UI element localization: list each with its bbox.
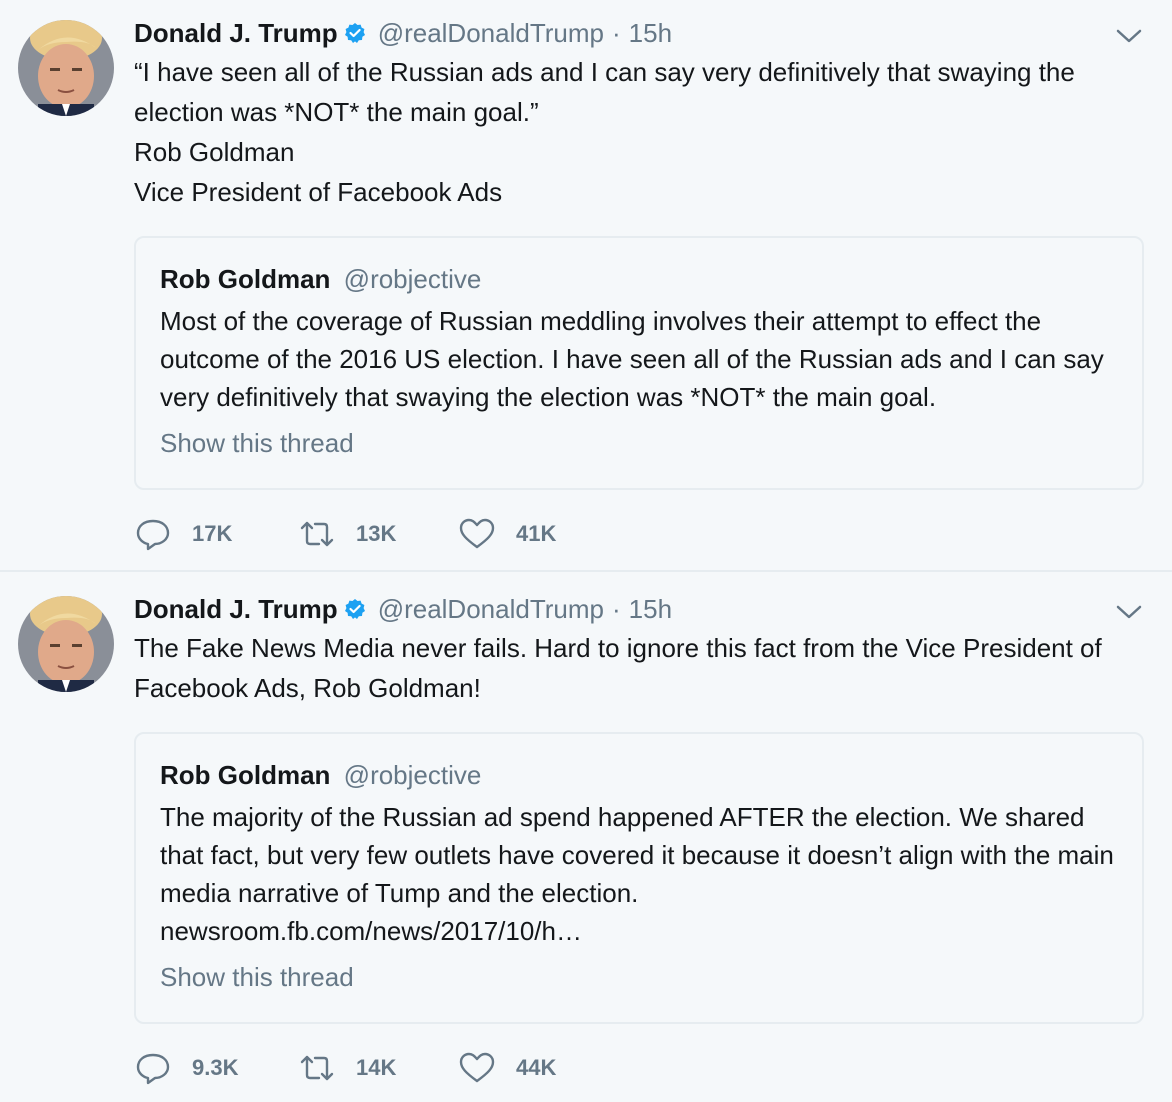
show-thread-link[interactable]: Show this thread [160,428,354,459]
timestamp[interactable]: 15h [629,594,672,625]
retweet-count: 14K [356,1055,397,1080]
chevron-down-icon[interactable] [1114,24,1144,48]
like-count: 44K [516,1055,557,1080]
quoted-tweet-header: Rob Goldman @robjective [160,760,481,791]
quoted-tweet-text: The majority of the Russian ad spend hap… [160,802,1114,908]
quoted-tweet[interactable]: Rob Goldman @robjective Most of the cove… [134,236,1144,490]
quoted-author-handle: @robjective [343,760,482,790]
separator-dot: · [611,17,621,48]
reply-button[interactable]: 17K [134,514,232,554]
avatar[interactable] [18,596,114,692]
reply-bubble-icon [134,1051,172,1085]
tweet-actions: 9.3K 14K 44K [134,1048,634,1088]
quoted-author-name: Rob Goldman [160,760,331,790]
tweet-header: Donald J. Trump @realDonaldTrump · 15h [134,591,672,627]
reply-button[interactable]: 9.3K [134,1048,238,1088]
like-button[interactable]: 44K [458,1048,556,1088]
retweet-count: 13K [356,521,397,546]
reply-bubble-icon [134,517,172,551]
tweet[interactable]: Donald J. Trump @realDonaldTrump · 15h T… [0,572,1172,1102]
author-handle[interactable]: @realDonaldTrump [378,594,604,625]
heart-icon [458,517,496,551]
heart-icon [458,1051,496,1085]
verified-badge-icon [344,598,366,620]
retweet-button[interactable]: 14K [298,1048,396,1088]
quoted-tweet-link[interactable]: newsroom.fb.com/news/2017/10/h… [160,912,1130,950]
retweet-button[interactable]: 13K [298,514,396,554]
reply-count: 17K [192,521,233,546]
quoted-author-handle: @robjective [343,264,482,294]
author-handle[interactable]: @realDonaldTrump [378,18,604,49]
author-name[interactable]: Donald J. Trump [134,18,338,49]
chevron-down-icon[interactable] [1114,600,1144,624]
separator-dot: · [611,593,621,624]
tweet[interactable]: Donald J. Trump @realDonaldTrump · 15h “… [0,0,1172,570]
tweet-actions: 17K 13K 41K [134,514,634,554]
like-count: 41K [516,521,557,546]
retweet-arrows-icon [298,1051,336,1085]
tweet-text: The Fake News Media never fails. Hard to… [134,633,1102,703]
timestamp[interactable]: 15h [629,18,672,49]
avatar[interactable] [18,20,114,116]
show-thread-link[interactable]: Show this thread [160,962,354,993]
author-name[interactable]: Donald J. Trump [134,594,338,625]
tweet-text: “I have seen all of the Russian ads and … [134,57,1075,207]
tweet-header: Donald J. Trump @realDonaldTrump · 15h [134,15,672,51]
quoted-tweet-text: Most of the coverage of Russian meddling… [160,306,1104,412]
verified-badge-icon [344,22,366,44]
reply-count: 9.3K [192,1055,239,1080]
quoted-tweet[interactable]: Rob Goldman @robjective The majority of … [134,732,1144,1024]
like-button[interactable]: 41K [458,514,556,554]
quoted-author-name: Rob Goldman [160,264,331,294]
quoted-tweet-header: Rob Goldman @robjective [160,264,481,295]
retweet-arrows-icon [298,517,336,551]
